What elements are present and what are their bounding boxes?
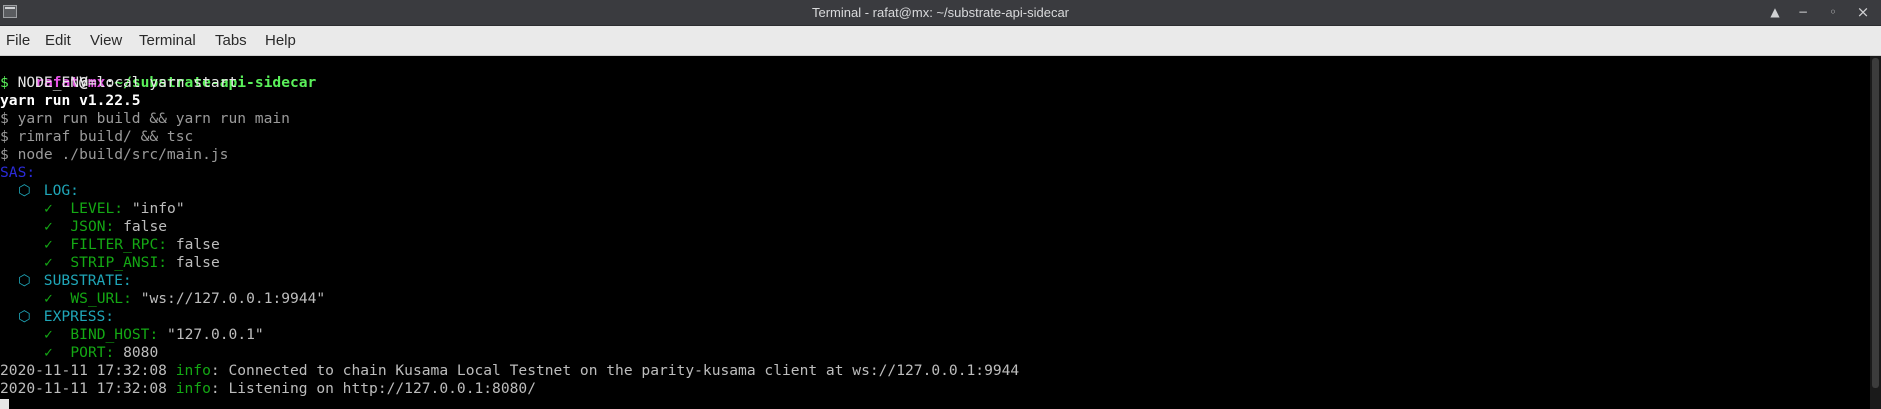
window-titlebar[interactable]: Terminal - rafat@mx: ~/substrate-api-sid… [0,0,1881,26]
terminal-cursor [0,399,9,409]
maximize-button[interactable]: ◦ [1823,3,1843,21]
check-icon: ✓ [44,290,53,307]
config-value: "info" [131,200,185,217]
config-item: ✓ PORT: 8080 [44,344,158,362]
sas-header: SAS: [0,164,36,181]
log-line: 2020-11-11 17:32:08 info: Connected to c… [0,362,1019,380]
config-value: false [123,218,168,235]
config-item: ✓ WS_URL: "ws://127.0.0.1:9944" [44,290,325,308]
log-message: : Listening on http://127.0.0.1:8080/ [210,380,536,397]
minimize-button[interactable]: − [1793,3,1813,21]
log-timestamp: 2020-11-11 17:32:08 [0,380,167,397]
config-key: PORT: [70,344,115,361]
config-group-label: LOG: [43,182,79,199]
config-group: ⬡ LOG: [18,182,79,200]
command-line: $ NODE_ENV=local yarn start [0,74,237,92]
output-line: $ node ./build/src/main.js [0,146,229,163]
menu-view[interactable]: View [90,32,122,49]
config-group: ⬡ SUBSTRATE: [18,272,132,290]
menu-file[interactable]: File [6,32,30,49]
config-group-label: SUBSTRATE: [43,272,132,289]
config-value: 8080 [123,344,159,361]
log-level: info [175,380,211,397]
terminal-scrollbar[interactable] [1870,56,1881,409]
window-title: Terminal - rafat@mx: ~/substrate-api-sid… [811,5,1070,20]
config-value: false [175,236,220,253]
log-line: 2020-11-11 17:32:08 info: Listening on h… [0,380,536,398]
config-value: "ws://127.0.0.1:9944" [140,290,326,307]
config-group-label: EXPRESS: [43,308,115,325]
menu-tabs[interactable]: Tabs [215,32,247,49]
menu-edit[interactable]: Edit [45,32,71,49]
menu-bar: File Edit View Terminal Tabs Help [0,26,1881,56]
cube-icon: ⬡ [18,272,31,289]
log-level: info [175,362,211,379]
cube-icon: ⬡ [18,308,31,325]
log-timestamp: 2020-11-11 17:32:08 [0,362,167,379]
check-icon: ✓ [44,200,53,217]
check-icon: ✓ [44,326,53,343]
config-group: ⬡ EXPRESS: [18,308,114,326]
check-icon: ✓ [44,236,53,253]
config-key: JSON: [70,218,115,235]
config-item: ✓ JSON: false [44,218,167,236]
output-line: $ rimraf build/ && tsc [0,128,194,145]
config-key: LEVEL: [70,200,124,217]
scrollbar-thumb[interactable] [1872,58,1879,388]
config-key: FILTER_RPC: [70,236,168,253]
menu-terminal[interactable]: Terminal [139,32,196,49]
prompt-line: rafat@mx:~/substrate-api-sidecar [0,56,316,91]
config-item: ✓ FILTER_RPC: false [44,236,220,254]
cube-icon: ⬡ [18,182,31,199]
config-key: BIND_HOST: [70,326,159,343]
config-item: ✓ STRIP_ANSI: false [44,254,220,272]
menu-help[interactable]: Help [265,32,296,49]
config-key: STRIP_ANSI: [70,254,168,271]
keep-above-icon[interactable]: ▲ [1765,3,1785,21]
config-item: ✓ BIND_HOST: "127.0.0.1" [44,326,264,344]
check-icon: ✓ [44,344,53,361]
config-value: "127.0.0.1" [167,326,264,343]
close-button[interactable]: × [1853,3,1873,21]
output-line: $ yarn run build && yarn run main [0,110,290,127]
config-key: WS_URL: [70,290,132,307]
command-text: NODE_ENV=local yarn start [17,74,238,91]
terminal-output[interactable]: rafat@mx:~/substrate-api-sidecar $ NODE_… [0,56,1869,409]
log-message: : Connected to chain Kusama Local Testne… [210,362,1020,379]
yarn-version-line: yarn run v1.22.5 [0,92,141,109]
config-value: false [175,254,220,271]
prompt-symbol: $ [0,74,18,91]
check-icon: ✓ [44,254,53,271]
config-item: ✓ LEVEL: "info" [44,200,185,218]
check-icon: ✓ [44,218,53,235]
